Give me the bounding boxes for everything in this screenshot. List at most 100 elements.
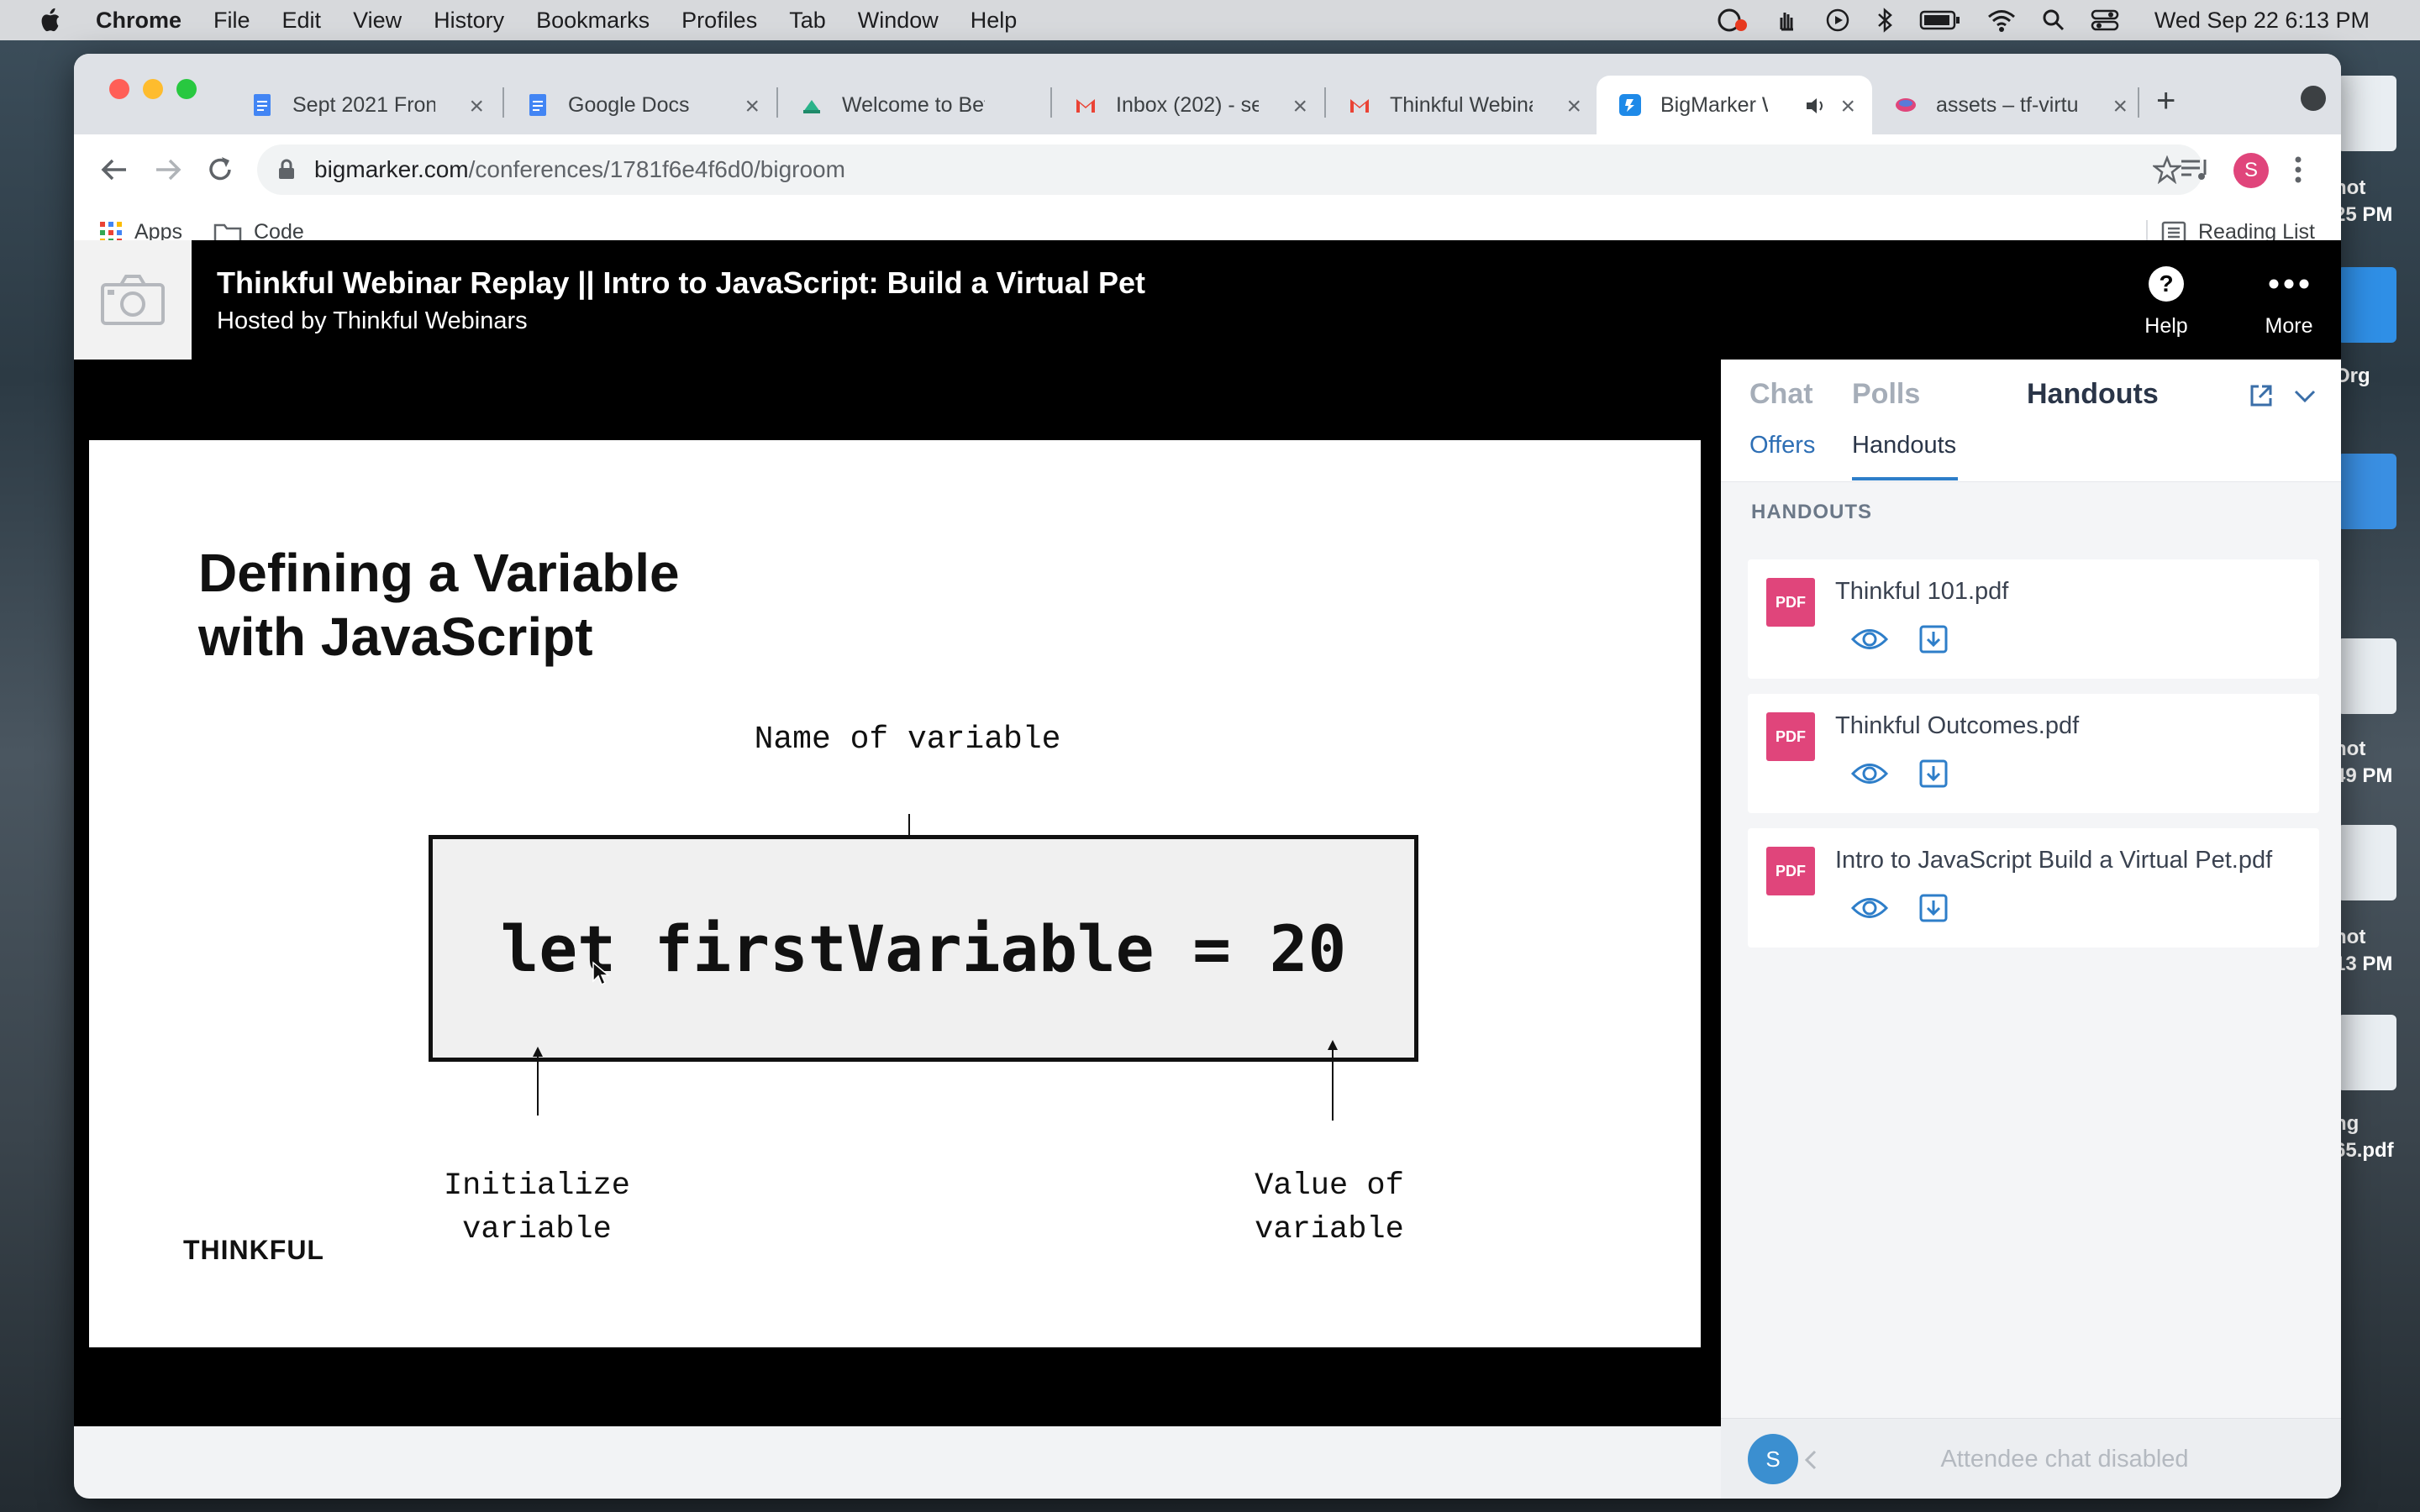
pdf-badge-label: PDF	[1776, 862, 1806, 879]
presentation-slide: Defining a Variable with JavaScript Name…	[89, 440, 1701, 1347]
apple-logo-icon[interactable]	[37, 7, 62, 34]
tab-inbox[interactable]: Inbox (202) - seti ×	[1052, 76, 1324, 134]
desktop-file-icon[interactable]	[2338, 76, 2396, 151]
menu-view[interactable]: View	[353, 8, 402, 34]
desktop-file-label[interactable]: Org	[2334, 363, 2402, 390]
wifi-icon[interactable]	[1986, 8, 2017, 33]
subtab-handouts[interactable]: Handouts	[1852, 432, 1956, 459]
menu-file[interactable]: File	[213, 8, 250, 34]
desktop-file-label[interactable]: ng 65.pdf	[2334, 1110, 2402, 1164]
bigmarker-icon	[1619, 94, 1641, 116]
close-tab-icon[interactable]: ×	[1566, 92, 1581, 121]
webinar-host: Hosted by Thinkful Webinars	[217, 307, 528, 334]
zoom-window-button[interactable]	[176, 79, 197, 99]
menu-help[interactable]: Help	[971, 8, 1018, 34]
slide-caption-value: Value of variable	[1203, 1164, 1455, 1252]
media-control-icon[interactable]	[2178, 153, 2212, 186]
reload-icon[interactable]	[203, 153, 237, 186]
bluetooth-icon[interactable]	[1876, 7, 1894, 34]
handouts-section-heading: HANDOUTS	[1751, 501, 1872, 523]
close-tab-icon[interactable]: ×	[1840, 92, 1855, 121]
menu-profiles[interactable]: Profiles	[681, 8, 757, 34]
subtab-offers[interactable]: Offers	[1749, 432, 1815, 459]
lock-icon[interactable]	[277, 159, 296, 181]
panel-tab-handouts[interactable]: Handouts	[2027, 378, 2159, 411]
handout-name[interactable]: Thinkful Outcomes.pdf	[1835, 712, 2079, 740]
download-icon[interactable]	[1919, 625, 1948, 654]
chevron-down-icon[interactable]	[2292, 388, 2317, 405]
desktop-folder-icon[interactable]	[2338, 267, 2396, 343]
handout-item[interactable]: PDF Intro to JavaScript Build a Virtual …	[1748, 828, 2319, 948]
profile-avatar[interactable]: S	[2233, 153, 2269, 188]
spotlight-search-icon[interactable]	[2042, 8, 2065, 32]
close-tab-icon[interactable]: ×	[2112, 92, 2128, 121]
handout-name[interactable]: Thinkful 101.pdf	[1835, 578, 2008, 606]
pdf-file-icon: PDF	[1766, 847, 1815, 895]
desktop-file-icon[interactable]	[2338, 638, 2396, 714]
minimize-window-button[interactable]	[143, 79, 163, 99]
pdf-badge-label: PDF	[1776, 593, 1806, 611]
arrow-line	[1332, 1048, 1334, 1121]
more-label: More	[2265, 314, 2313, 338]
menu-window[interactable]: Window	[858, 8, 939, 34]
forward-arrow-icon[interactable]	[151, 153, 185, 186]
desktop-file-icon[interactable]	[2338, 825, 2396, 900]
desktop-file-icon[interactable]	[2338, 454, 2396, 529]
control-center-icon[interactable]	[2091, 8, 2119, 32]
mouse-cursor-icon	[592, 961, 610, 986]
desktop-file-label[interactable]: hot 25 PM	[2334, 175, 2402, 228]
close-tab-icon[interactable]: ×	[469, 92, 484, 121]
tab-title: assets – tf-virtua	[1936, 92, 2079, 117]
menu-edit[interactable]: Edit	[282, 8, 322, 34]
download-icon[interactable]	[1919, 894, 1948, 922]
tab-title: BigMarker We	[1660, 92, 1768, 117]
close-tab-icon[interactable]: ×	[744, 92, 760, 121]
tab-title: Inbox (202) - seti	[1116, 92, 1259, 117]
close-tab-icon[interactable]: ×	[1292, 92, 1307, 121]
more-dots-icon	[2269, 279, 2309, 289]
menu-clock[interactable]: Wed Sep 22 6:13 PM	[2154, 8, 2370, 34]
menu-history[interactable]: History	[434, 8, 504, 34]
handout-item[interactable]: PDF Thinkful Outcomes.pdf	[1748, 694, 2319, 813]
eye-view-icon[interactable]	[1850, 894, 1889, 922]
desktop-file-label[interactable]: hot 13 PM	[2334, 924, 2402, 978]
slide-caption-line: variable	[462, 1212, 612, 1247]
address-bar[interactable]: bigmarker.com/conferences/1781f6e4f6d0/b…	[257, 144, 2203, 195]
panel-tab-polls[interactable]: Polls	[1852, 378, 1920, 411]
popout-icon[interactable]	[2249, 383, 2274, 408]
creative-cloud-icon[interactable]	[1716, 7, 1749, 34]
desktop-file-icon[interactable]	[2338, 1015, 2396, 1090]
tab-thinkful-webinar[interactable]: Thinkful Webinar ×	[1326, 76, 1598, 134]
tab-search-button[interactable]	[2301, 86, 2326, 111]
more-button[interactable]: More	[2255, 265, 2323, 339]
new-tab-button[interactable]: +	[2156, 82, 2175, 120]
webinar-page: Thinkful Webinar Replay || Intro to Java…	[74, 240, 2341, 1499]
chrome-menu-icon[interactable]	[2292, 153, 2304, 186]
tab-title: Thinkful Webinar	[1390, 92, 1533, 117]
tab-google-docs[interactable]: Google Docs ×	[504, 76, 776, 134]
menu-tab[interactable]: Tab	[789, 8, 826, 34]
tab-sept-2021-doc[interactable]: Sept 2021 Front E ×	[229, 76, 501, 134]
handout-item[interactable]: PDF Thinkful 101.pdf	[1748, 559, 2319, 679]
menu-app-name[interactable]: Chrome	[96, 8, 182, 34]
speaker-audio-icon[interactable]	[1805, 96, 1827, 116]
back-arrow-icon[interactable]	[97, 153, 131, 186]
panel-tab-chat[interactable]: Chat	[1749, 378, 1813, 411]
tab-welcome[interactable]: Welcome to Beth	[778, 76, 1050, 134]
desktop-file-label[interactable]: hot 49 PM	[2334, 736, 2402, 790]
close-window-button[interactable]	[109, 79, 129, 99]
bookmark-star-icon[interactable]	[2153, 155, 2181, 184]
eye-view-icon[interactable]	[1850, 759, 1889, 788]
tab-assets[interactable]: assets – tf-virtua ×	[1872, 76, 2144, 134]
hand-icon[interactable]	[1775, 8, 1800, 33]
menu-bookmarks[interactable]: Bookmarks	[536, 8, 650, 34]
play-circle-icon[interactable]	[1825, 8, 1850, 33]
slide-code: let firstVariable = 20	[500, 911, 1347, 986]
handout-name[interactable]: Intro to JavaScript Build a Virtual Pet.…	[1835, 847, 2272, 874]
eye-view-icon[interactable]	[1850, 625, 1889, 654]
tab-bigmarker[interactable]: BigMarker We ×	[1597, 76, 1872, 134]
slide-caption-line: Value of	[1255, 1168, 1404, 1204]
download-icon[interactable]	[1919, 759, 1948, 788]
help-button[interactable]: ? Help	[2133, 265, 2200, 339]
battery-icon[interactable]	[1919, 9, 1961, 31]
